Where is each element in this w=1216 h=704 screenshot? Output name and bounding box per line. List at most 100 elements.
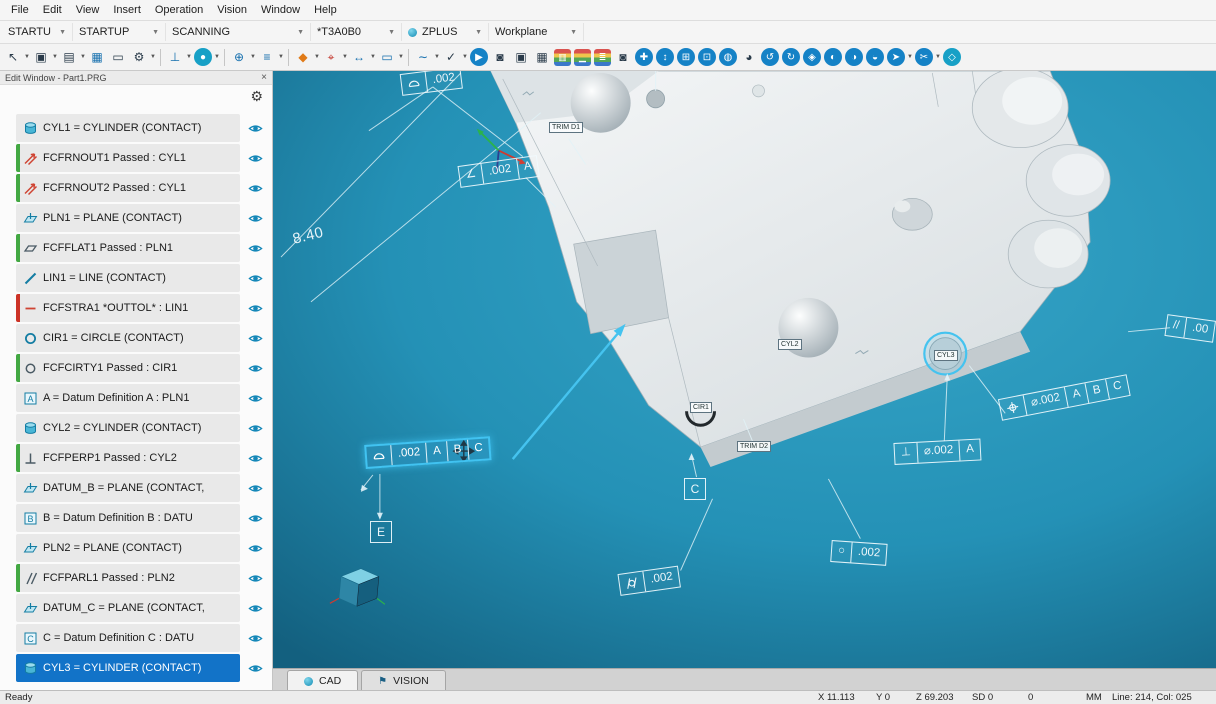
rotate-cw-icon[interactable]: ↻ (782, 48, 800, 66)
visibility-eye-icon[interactable] (248, 571, 263, 586)
feature-command[interactable]: FCFPARL1 Passed : PLN2 (16, 564, 240, 592)
shaded-sphere-icon[interactable]: ◕ (739, 47, 759, 67)
part-label[interactable]: CYL2 (778, 339, 802, 350)
chevron-down-icon[interactable]: ▼ (80, 54, 86, 60)
chevron-down-icon[interactable]: ▼ (342, 54, 348, 60)
visibility-eye-icon[interactable] (248, 361, 263, 376)
menu-item-insert[interactable]: Insert (106, 4, 148, 16)
graphic-display-icon[interactable]: ▦ (87, 47, 107, 67)
report-window-icon[interactable]: ▣ (31, 47, 51, 67)
dropdown-scanning[interactable]: SCANNING▼ (166, 23, 311, 41)
perpendicularity-fcf[interactable]: ⊥⌀.002A (893, 438, 981, 464)
part-label[interactable]: CIR1 (690, 402, 712, 413)
zoom-fit-icon[interactable]: ⊞ (677, 48, 695, 66)
chevron-down-icon[interactable]: ▼ (314, 54, 320, 60)
feature-command[interactable]: BB = Datum Definition B : DATU (16, 504, 240, 532)
execute-check-icon[interactable]: ✓ (441, 47, 461, 67)
menu-item-help[interactable]: Help (307, 4, 344, 16)
visibility-eye-icon[interactable] (248, 151, 263, 166)
visibility-eye-icon[interactable] (248, 661, 263, 676)
workplane-icon[interactable]: ● (194, 48, 212, 66)
feature-command[interactable]: FCFRNOUT2 Passed : CYL1 (16, 174, 240, 202)
feature-command[interactable]: FCFRNOUT1 Passed : CYL1 (16, 144, 240, 172)
visibility-eye-icon[interactable] (248, 601, 263, 616)
edit-window-icon[interactable]: ↖ (3, 47, 23, 67)
image-window-icon[interactable]: ▦ (532, 47, 552, 67)
feature-command[interactable]: PLN1 = PLANE (CONTACT) (16, 204, 240, 232)
tab-vision[interactable]: ⚑VISION (361, 670, 446, 691)
visibility-eye-icon[interactable] (248, 301, 263, 316)
machine-interface-icon[interactable]: ▤ (59, 47, 79, 67)
close-icon[interactable]: × (261, 72, 267, 83)
chevron-down-icon[interactable]: ▼ (434, 54, 440, 60)
chevron-down-icon[interactable]: ▼ (24, 54, 30, 60)
part-label[interactable]: TRIM D1 (549, 122, 583, 133)
probe-utilities-icon[interactable]: ⚙ (129, 47, 149, 67)
chevron-down-icon[interactable]: ▼ (935, 54, 941, 60)
comment-icon[interactable]: ▭ (108, 47, 128, 67)
visibility-eye-icon[interactable] (248, 121, 263, 136)
gage-icon[interactable]: ◆ (293, 47, 313, 67)
cad-polygon-icon[interactable]: ◇ (943, 48, 961, 66)
chevron-down-icon[interactable]: ▼ (52, 54, 58, 60)
visibility-eye-icon[interactable] (248, 271, 263, 286)
circularity-fcf[interactable]: ○.002 (830, 540, 888, 565)
chevron-down-icon[interactable]: ▼ (398, 54, 404, 60)
visibility-eye-icon[interactable] (248, 511, 263, 526)
alignment-icon[interactable]: ⊥ (165, 47, 185, 67)
feature-command[interactable]: FCFFLAT1 Passed : PLN1 (16, 234, 240, 262)
feature-command[interactable]: PLN2 = PLANE (CONTACT) (16, 534, 240, 562)
menu-item-window[interactable]: Window (254, 4, 307, 16)
feature-command[interactable]: CYL2 = CYLINDER (CONTACT) (16, 414, 240, 442)
run-program-icon[interactable]: ▶ (470, 48, 488, 66)
feature-command[interactable]: CIR1 = CIRCLE (CONTACT) (16, 324, 240, 352)
illumination-icon[interactable]: ≣ (594, 49, 611, 66)
visibility-eye-icon[interactable] (248, 181, 263, 196)
constructed-feature-icon[interactable]: ▭ (377, 47, 397, 67)
feature-list-icon[interactable]: ≡ (257, 47, 277, 67)
view-iso-icon[interactable]: ◈ (803, 48, 821, 66)
menu-item-operation[interactable]: Operation (148, 4, 210, 16)
auto-feature-icon[interactable]: ⌖ (321, 47, 341, 67)
chevron-down-icon[interactable]: ▼ (186, 54, 192, 60)
feature-command[interactable]: FCFCIRTY1 Passed : CIR1 (16, 354, 240, 382)
datum-flag-c[interactable]: C (684, 478, 706, 500)
dropdown-startup[interactable]: STARTUP▼ (2, 23, 73, 41)
feature-command[interactable]: AA = Datum Definition A : PLN1 (16, 384, 240, 412)
visibility-eye-icon[interactable] (248, 631, 263, 646)
select-arrow-icon[interactable]: ➤ (887, 48, 905, 66)
feature-command[interactable]: DATUM_B = PLANE (CONTACT, (16, 474, 240, 502)
feature-command[interactable]: CC = Datum Definition C : DATU (16, 624, 240, 652)
chevron-down-icon[interactable]: ▼ (250, 54, 256, 60)
feature-command[interactable]: DATUM_C = PLANE (CONTACT, (16, 594, 240, 622)
feature-command[interactable]: FCFSTRA1 *OUTTOL* : LIN1 (16, 294, 240, 322)
chevron-down-icon[interactable]: ▼ (278, 54, 284, 60)
menu-item-file[interactable]: File (4, 4, 36, 16)
fullscreen-icon[interactable]: ⊡ (698, 48, 716, 66)
zoom-in-icon[interactable]: ✚ (635, 48, 653, 66)
part-label[interactable]: CYL3 (934, 350, 958, 361)
menu-item-vision[interactable]: Vision (210, 4, 254, 16)
gear-icon[interactable]: ⚙ (250, 88, 263, 105)
cad-viewport[interactable]: .002∠.002A.002ABC.002○.002⌀.002ABC⊥⌀.002… (273, 71, 1216, 668)
camera-icon[interactable]: ◙ (490, 47, 510, 67)
dropdown-zplus[interactable]: ZPLUS▼ (402, 23, 489, 41)
probe-mode-icon[interactable]: ⊕ (229, 47, 249, 67)
dimension-icon[interactable]: ↔ (349, 47, 369, 67)
visibility-eye-icon[interactable] (248, 391, 263, 406)
visibility-eye-icon[interactable] (248, 421, 263, 436)
color-map-icon[interactable]: ▥ (554, 49, 571, 66)
tab-cad[interactable]: CAD (287, 670, 358, 691)
menu-item-view[interactable]: View (69, 4, 107, 16)
chevron-down-icon[interactable]: ▼ (370, 54, 376, 60)
part-label[interactable]: TRIM D2 (737, 441, 771, 452)
chevron-down-icon[interactable]: ▼ (907, 54, 913, 60)
dropdown-startup[interactable]: STARTUP▼ (73, 23, 166, 41)
view-front-icon[interactable]: ◐ (824, 48, 842, 66)
datum-flag-e[interactable]: E (370, 521, 392, 543)
view-side-icon[interactable]: ◑ (845, 48, 863, 66)
chevron-down-icon[interactable]: ▼ (462, 54, 468, 60)
trim-cad-icon[interactable]: ✂ (915, 48, 933, 66)
feature-command[interactable]: CYL3 = CYLINDER (CONTACT) (16, 654, 240, 682)
feature-command[interactable]: CYL1 = CYLINDER (CONTACT) (16, 114, 240, 142)
